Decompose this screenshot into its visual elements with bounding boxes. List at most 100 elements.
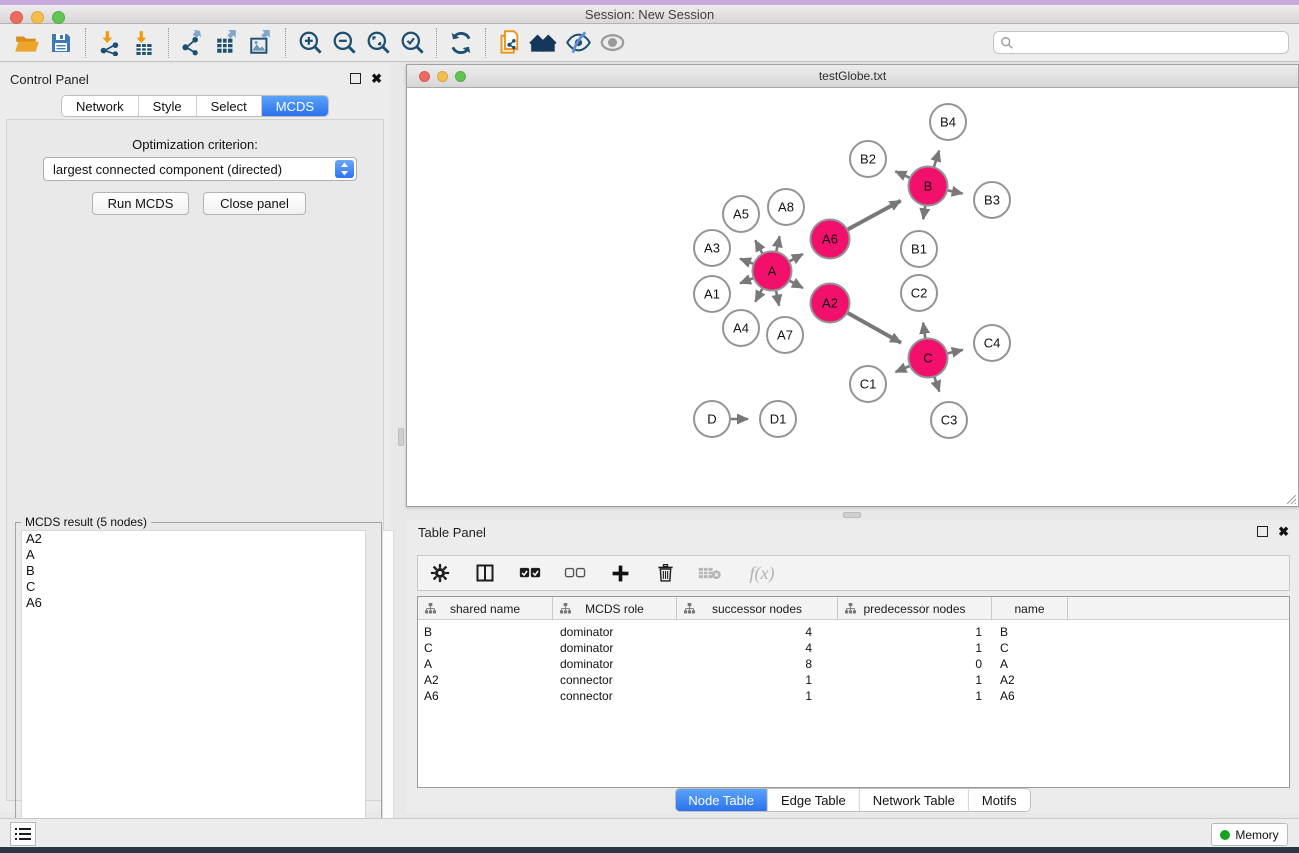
graph-node-C2[interactable]: C2 (901, 275, 937, 311)
table-cell[interactable]: B (992, 624, 1068, 640)
table-cell[interactable]: 0 (838, 656, 992, 672)
table-cell[interactable]: 1 (838, 640, 992, 656)
zoom-in-button[interactable] (293, 27, 327, 59)
graph-node-A[interactable]: A (753, 252, 792, 291)
horizontal-splitter-handle[interactable] (843, 512, 861, 518)
graph-node-B4[interactable]: B4 (930, 104, 966, 140)
close-table-panel-icon[interactable]: ✖ (1278, 526, 1289, 537)
graph-node-D1[interactable]: D1 (760, 401, 796, 437)
column-header-name[interactable]: name (992, 597, 1068, 620)
create-column-button[interactable] (608, 561, 632, 585)
import-table-button[interactable] (127, 27, 161, 59)
graph-edge-A-A7[interactable] (776, 291, 779, 306)
column-header-predecessor-nodes[interactable]: predecessor nodes (838, 597, 992, 620)
mcds-result-item[interactable]: B (22, 563, 365, 579)
zoom-out-button[interactable] (327, 27, 361, 59)
table-cell[interactable]: A2 (992, 672, 1068, 688)
table-cell[interactable]: C (992, 640, 1068, 656)
float-panel-icon[interactable] (350, 73, 361, 84)
network-window-titlebar[interactable]: testGlobe.txt (407, 65, 1298, 88)
table-cell[interactable]: 1 (677, 672, 838, 688)
graph-edge-A6-B[interactable] (848, 201, 901, 230)
vertical-splitter-handle[interactable] (398, 428, 404, 446)
graph-node-B1[interactable]: B1 (901, 231, 937, 267)
select-all-columns-button[interactable] (518, 561, 542, 585)
table-cell[interactable]: A (992, 656, 1068, 672)
optimization-criterion-dropdown[interactable]: largest connected component (directed) (43, 157, 357, 181)
search-input[interactable] (1014, 36, 1282, 50)
mcds-result-list[interactable]: A2ABCA6 (21, 530, 366, 853)
graph-edge-A-A5[interactable] (755, 240, 762, 253)
refresh-button[interactable] (444, 27, 478, 59)
mcds-result-item[interactable]: C (22, 579, 365, 595)
first-neighbors-button[interactable] (527, 27, 561, 59)
graph-edge-A-A8[interactable] (776, 236, 779, 251)
graph-edge-A2-C[interactable] (847, 313, 901, 343)
duplicate-network-button[interactable] (493, 27, 527, 59)
graph-node-C3[interactable]: C3 (931, 402, 967, 438)
float-table-panel-icon[interactable] (1257, 526, 1268, 537)
tab-network-table[interactable]: Network Table (860, 789, 969, 811)
zoom-fit-button[interactable] (361, 27, 395, 59)
table-settings-button[interactable] (428, 561, 452, 585)
table-cell[interactable]: A (418, 656, 553, 672)
table-cell[interactable]: A2 (418, 672, 553, 688)
search-field[interactable] (993, 31, 1289, 54)
mcds-result-item[interactable]: A2 (22, 531, 365, 547)
table-cell[interactable]: A6 (992, 688, 1068, 704)
mcds-result-item[interactable]: A6 (22, 595, 365, 611)
tab-select[interactable]: Select (197, 96, 262, 116)
open-session-button[interactable] (10, 27, 44, 59)
graph-node-D[interactable]: D (694, 401, 730, 437)
graph-edge-B-B3[interactable] (948, 190, 963, 193)
graph-edge-C-C3[interactable] (934, 377, 939, 392)
network-canvas[interactable]: B4B2BB3A5A8A6B1A3AA1C2A2A4A7C4CC1C3DD1 (407, 88, 1298, 506)
save-session-button[interactable] (44, 27, 78, 59)
tab-edge-table[interactable]: Edge Table (768, 789, 860, 811)
close-panel-icon[interactable]: ✖ (371, 73, 382, 84)
graph-edge-A-A4[interactable] (755, 289, 762, 302)
table-cell[interactable]: 4 (677, 640, 838, 656)
graph-node-A1[interactable]: A1 (694, 276, 730, 312)
tab-network[interactable]: Network (62, 96, 139, 116)
graph-node-B[interactable]: B (909, 167, 948, 206)
graph-edge-C-C1[interactable] (896, 366, 910, 372)
graph-edge-C-C2[interactable] (923, 323, 925, 339)
graph-node-A4[interactable]: A4 (723, 310, 759, 346)
table-cell[interactable]: 8 (677, 656, 838, 672)
show-all-button[interactable] (595, 27, 629, 59)
table-cell[interactable]: B (418, 624, 553, 640)
table-cell[interactable]: 4 (677, 624, 838, 640)
graph-node-B2[interactable]: B2 (850, 141, 886, 177)
tab-mcds[interactable]: MCDS (262, 96, 328, 116)
tab-node-table[interactable]: Node Table (675, 789, 768, 811)
export-image-button[interactable] (244, 27, 278, 59)
export-network-button[interactable] (176, 27, 210, 59)
delete-column-button[interactable] (653, 561, 677, 585)
column-header-successor-nodes[interactable]: successor nodes (677, 597, 838, 620)
table-cell[interactable]: dominator (553, 624, 677, 640)
graph-edge-A-A3[interactable] (740, 259, 753, 264)
table-cell[interactable]: C (418, 640, 553, 656)
tab-motifs[interactable]: Motifs (969, 789, 1030, 811)
graph-node-A6[interactable]: A6 (811, 220, 850, 259)
graph-node-A2[interactable]: A2 (811, 284, 850, 323)
column-header-shared-name[interactable]: shared name (418, 597, 553, 620)
table-cell[interactable]: connector (553, 688, 677, 704)
graph-node-C[interactable]: C (909, 339, 948, 378)
window-resize-grip[interactable] (1283, 491, 1297, 505)
graph-edge-B-B1[interactable] (923, 206, 925, 220)
table-cell[interactable]: A6 (418, 688, 553, 704)
mcds-result-item[interactable]: A (22, 547, 365, 563)
graph-edge-C-C4[interactable] (948, 350, 963, 354)
graph-edge-A-A1[interactable] (740, 278, 753, 283)
task-history-button[interactable] (10, 822, 36, 846)
deselect-all-columns-button[interactable] (563, 561, 587, 585)
tab-style[interactable]: Style (139, 96, 197, 116)
graph-node-A5[interactable]: A5 (723, 196, 759, 232)
graph-edge-B-B2[interactable] (895, 171, 909, 178)
graph-edge-A-A6[interactable] (790, 254, 803, 261)
graph-node-A3[interactable]: A3 (694, 230, 730, 266)
result-list-scrollbar[interactable] (382, 530, 394, 853)
table-cell[interactable]: connector (553, 672, 677, 688)
